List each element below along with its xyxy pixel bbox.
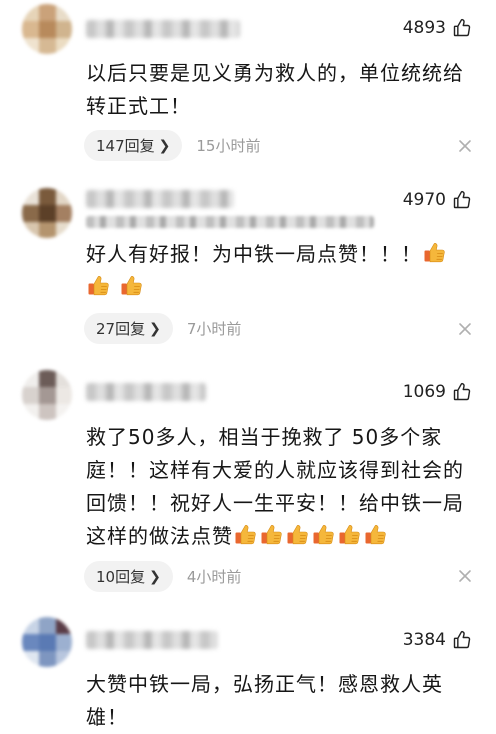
thumbs-up-emoji-icon bbox=[234, 523, 258, 547]
chevron-right-icon: ❯ bbox=[158, 137, 171, 154]
comment-text-line: 回馈！！祝好人一生平安！！给中铁一局 bbox=[86, 491, 464, 515]
like-button[interactable]: 4893 bbox=[403, 18, 472, 38]
thumbs-up-emoji-icon bbox=[364, 523, 388, 547]
avatar[interactable] bbox=[22, 617, 72, 667]
thumbs-up-emoji-icon bbox=[120, 274, 144, 298]
like-button[interactable]: 4970 bbox=[403, 190, 472, 210]
chevron-right-icon: ❯ bbox=[149, 320, 161, 337]
replies-label: 27回复 bbox=[96, 320, 146, 338]
thumbs-up-emoji-icon bbox=[87, 274, 111, 298]
replies-label: 147回复 bbox=[96, 137, 155, 155]
comment-text-line: 好人有好报！为中铁一局点赞！！！ bbox=[86, 238, 478, 271]
avatar[interactable] bbox=[22, 370, 72, 420]
thumbs-up-emoji-icon bbox=[423, 241, 447, 265]
like-count: 4893 bbox=[402, 18, 446, 38]
comment-text-fragment: 这样的做法点赞 bbox=[86, 524, 233, 548]
thumbs-up-outline-icon[interactable] bbox=[452, 382, 472, 402]
comment-text-line: 这样的做法点赞 bbox=[86, 520, 478, 553]
username-redacted[interactable] bbox=[86, 631, 218, 649]
comment-text-line: 以后只要是见义勇为救人的，单位统统给 bbox=[86, 61, 464, 85]
timestamp: 4小时前 bbox=[186, 568, 242, 586]
comment-text-line: 雄！ bbox=[86, 705, 128, 729]
close-icon[interactable] bbox=[458, 322, 472, 336]
replies-button[interactable]: 147回复 ❯ bbox=[84, 130, 183, 161]
username-redacted[interactable] bbox=[86, 383, 206, 401]
like-button[interactable]: 1069 bbox=[403, 382, 472, 402]
comment-text: 以后只要是见义勇为救人的，单位统统给 转正式工！ bbox=[86, 57, 478, 123]
like-count: 4970 bbox=[402, 190, 446, 210]
comment-text-line: 转正式工！ bbox=[86, 94, 191, 118]
replies-button[interactable]: 10回复 ❯ bbox=[84, 561, 173, 592]
thumbs-up-emoji-icon bbox=[312, 523, 336, 547]
like-button[interactable]: 3384 bbox=[403, 630, 472, 650]
thumbs-up-emoji-icon bbox=[286, 523, 310, 547]
replies-button[interactable]: 27回复 ❯ bbox=[84, 313, 173, 344]
thumbs-up-outline-icon[interactable] bbox=[452, 18, 472, 38]
like-count: 3384 bbox=[402, 630, 446, 650]
comment-text-line: 大赞中铁一局，弘扬正气！感恩救人英 bbox=[86, 672, 443, 696]
comment-emoji-line bbox=[86, 271, 478, 304]
close-icon[interactable] bbox=[458, 569, 472, 583]
timestamp: 15小时前 bbox=[196, 137, 261, 155]
timestamp: 7小时前 bbox=[186, 320, 242, 338]
thumbs-up-emoji-icon bbox=[338, 523, 362, 547]
comment-text-fragment: 好人有好报！为中铁一局点赞！！！ bbox=[86, 242, 422, 266]
comment-meta: 10回复 ❯ 4小时前 bbox=[84, 561, 241, 592]
comment-text: 救了50多人，相当于挽救了 50多个家 庭！！这样有大爱的人就应该得到社会的 回… bbox=[86, 421, 478, 553]
avatar[interactable] bbox=[22, 188, 72, 238]
replies-label: 10回复 bbox=[96, 568, 146, 586]
like-count: 1069 bbox=[402, 382, 446, 402]
avatar[interactable] bbox=[22, 4, 72, 54]
username-redacted[interactable] bbox=[86, 190, 234, 208]
close-icon[interactable] bbox=[458, 139, 472, 153]
comment-meta: 27回复 ❯ 7小时前 bbox=[84, 313, 241, 344]
comment-text-line: 庭！！这样有大爱的人就应该得到社会的 bbox=[86, 458, 464, 482]
chevron-right-icon: ❯ bbox=[149, 568, 161, 585]
comment-text: 大赞中铁一局，弘扬正气！感恩救人英 雄！ bbox=[86, 668, 478, 734]
comment-text-line: 救了50多人，相当于挽救了 50多个家 bbox=[86, 425, 443, 449]
comment-meta: 147回复 ❯ 15小时前 bbox=[84, 130, 260, 161]
thumbs-up-emoji-icon bbox=[260, 523, 284, 547]
username-redacted[interactable] bbox=[86, 20, 240, 38]
comment-text: 好人有好报！为中铁一局点赞！！！ bbox=[86, 238, 478, 304]
user-signature-redacted bbox=[86, 216, 374, 228]
thumbs-up-outline-icon[interactable] bbox=[452, 630, 472, 650]
thumbs-up-outline-icon[interactable] bbox=[452, 190, 472, 210]
